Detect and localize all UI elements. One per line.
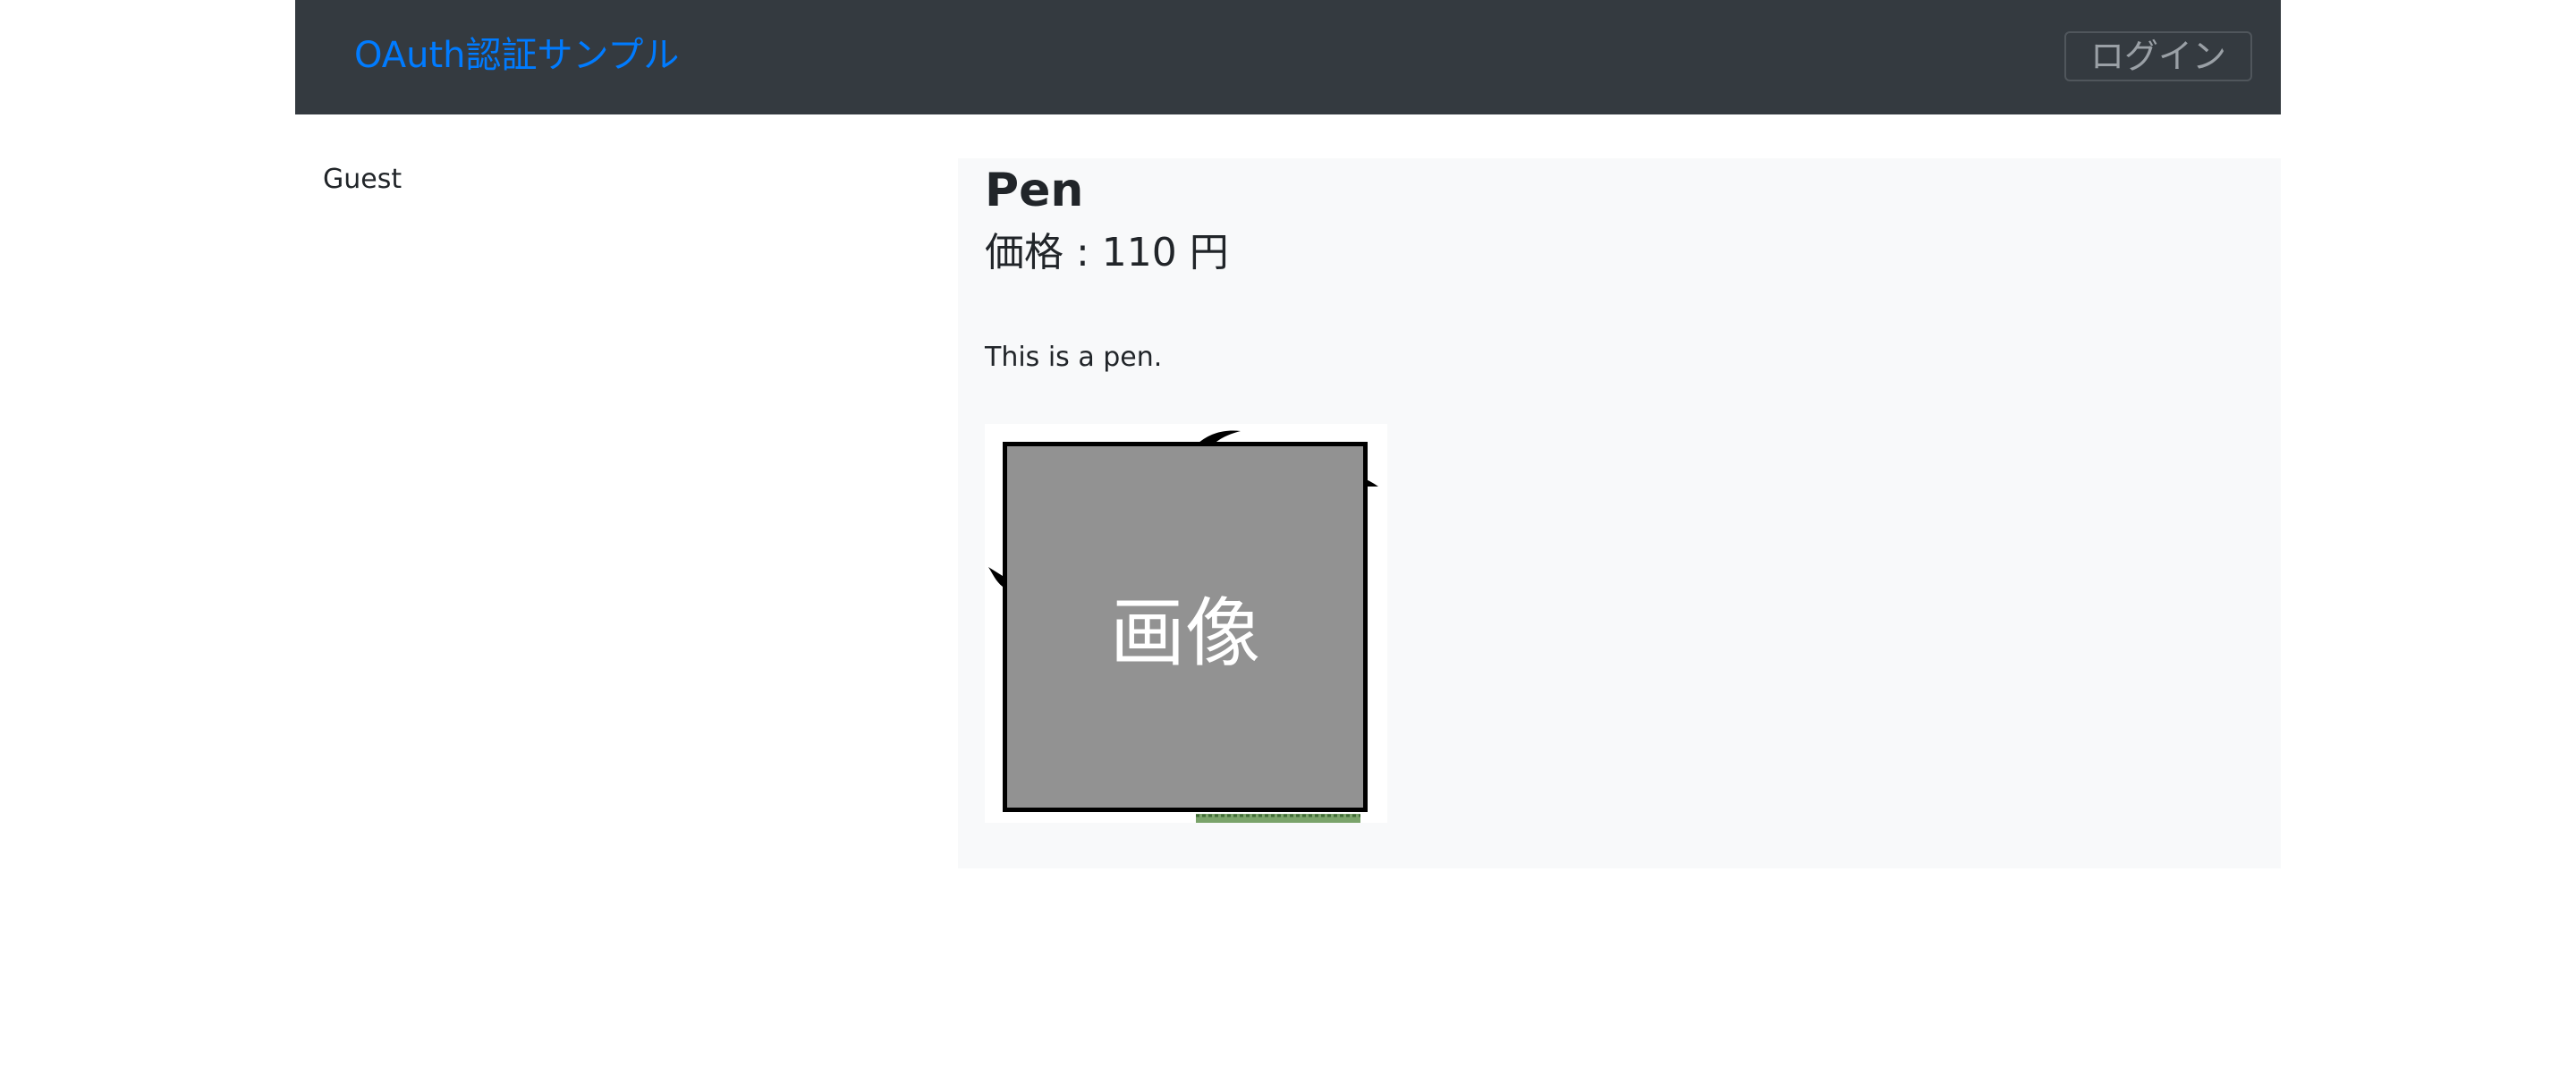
product-description: This is a pen. [985,342,1163,373]
login-button[interactable]: ログイン [2064,31,2252,81]
image-placeholder: 画像 [1003,442,1368,812]
product-card: Pen 価格 : 110 円 This is a pen. 画像 [958,158,2281,868]
user-name: Guest [323,164,402,195]
product-name: Pen [985,164,1084,217]
navbar: OAuth認証サンプル ログイン [295,0,2281,114]
product-image: 画像 [985,424,1387,823]
brand-link[interactable]: OAuth認証サンプル [354,32,679,79]
image-placeholder-label: 画像 [1109,588,1260,677]
product-price: 価格 : 110 円 [985,230,1229,275]
